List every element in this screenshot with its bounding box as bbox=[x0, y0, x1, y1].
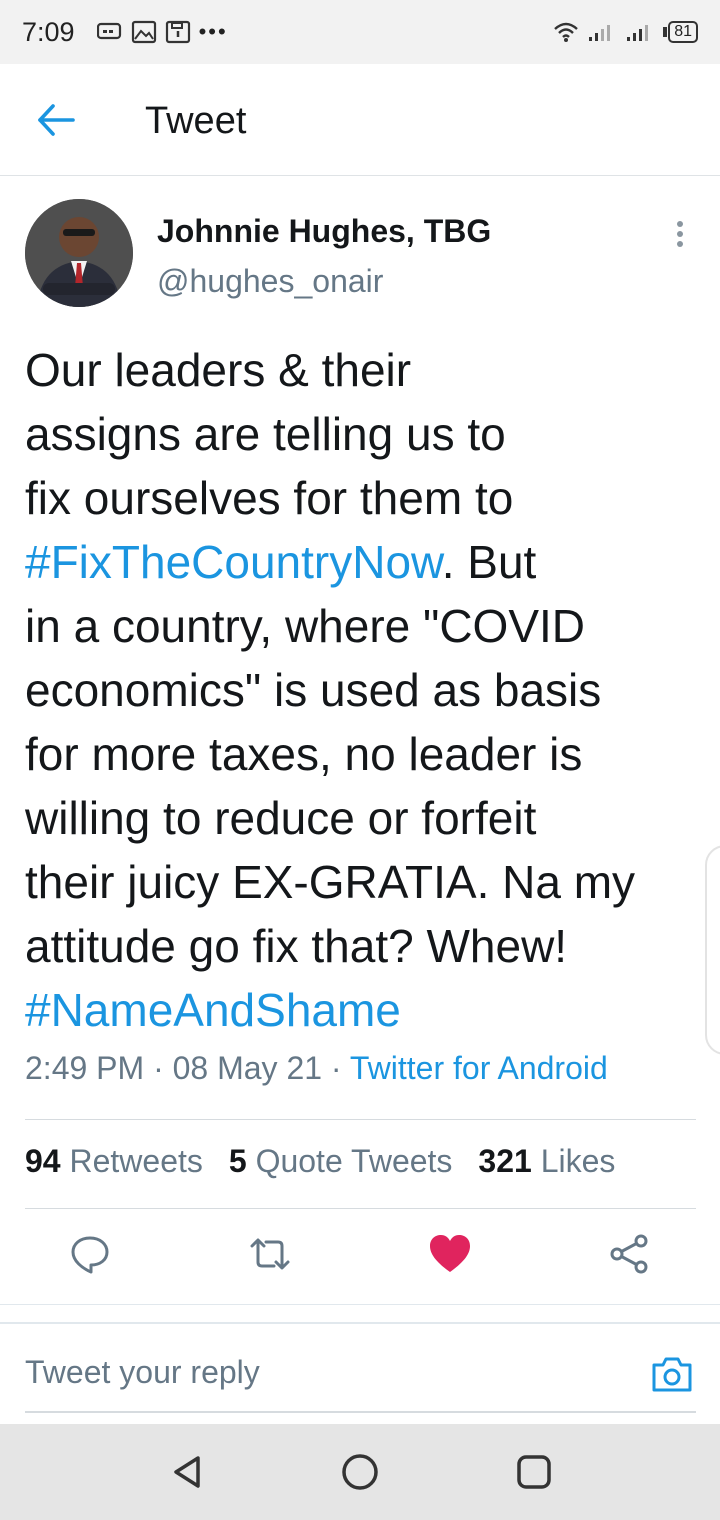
tweet-line: for more taxes, no leader is bbox=[25, 728, 583, 780]
more-notifications-icon: ••• bbox=[198, 19, 228, 44]
reply-input[interactable]: Tweet your reply bbox=[25, 1354, 260, 1391]
divider bbox=[0, 1304, 720, 1305]
tweet-meta: 2:49 PM · 08 May 21 · Twitter for Androi… bbox=[25, 1050, 608, 1087]
retweet-icon[interactable] bbox=[248, 1232, 292, 1276]
author-handle[interactable]: @hughes_onair bbox=[157, 263, 383, 300]
tweet-time: 2:49 PM bbox=[25, 1050, 145, 1086]
like-icon[interactable] bbox=[428, 1232, 472, 1276]
navigation-bar bbox=[0, 1424, 720, 1520]
status-bar: 7:09 ••• 81 bbox=[0, 0, 720, 64]
hashtag-link[interactable]: #NameAndShame bbox=[25, 984, 401, 1036]
status-time: 7:09 bbox=[22, 16, 75, 47]
system-icons: 81 bbox=[553, 21, 698, 43]
tweet-text: Our leaders & their assigns are telling … bbox=[25, 338, 705, 1042]
tweet-line: in a country, where "COVID bbox=[25, 600, 586, 652]
tweet-date: 08 May 21 bbox=[172, 1050, 323, 1086]
signal-icon bbox=[589, 25, 611, 41]
tweet-line: #FixTheCountryNow. But bbox=[25, 536, 537, 588]
quote-tweets-stat[interactable]: 5 Quote Tweets bbox=[229, 1143, 453, 1180]
battery-icon: 81 bbox=[663, 21, 698, 43]
page-title: Tweet bbox=[145, 100, 247, 142]
camera-icon[interactable] bbox=[650, 1354, 694, 1394]
more-options-icon[interactable] bbox=[668, 219, 692, 249]
tweet-line: assigns are telling us to bbox=[25, 408, 506, 460]
divider bbox=[25, 1208, 696, 1209]
reply-underline bbox=[25, 1411, 696, 1413]
tweet-line: attitude go fix that? Whew! bbox=[25, 920, 568, 972]
wifi-icon bbox=[554, 22, 579, 42]
retweets-stat[interactable]: 94 Retweets bbox=[25, 1143, 203, 1180]
tweet-line: fix ourselves for them to bbox=[25, 472, 514, 524]
nav-recents-icon[interactable] bbox=[514, 1452, 554, 1492]
tweet-stats: 94 Retweets 5 Quote Tweets 321 Likes bbox=[25, 1143, 615, 1180]
tweet-source-link[interactable]: Twitter for Android bbox=[350, 1050, 608, 1086]
nav-home-icon[interactable] bbox=[340, 1452, 380, 1492]
signal-icon-2 bbox=[627, 25, 649, 41]
avatar-image bbox=[25, 199, 133, 307]
tweet-line: Our leaders & their bbox=[25, 344, 412, 396]
nav-back-icon[interactable] bbox=[168, 1452, 208, 1492]
reply-icon[interactable] bbox=[68, 1232, 112, 1276]
meta-separator: · bbox=[144, 1050, 173, 1086]
edge-panel-handle[interactable] bbox=[705, 845, 720, 1055]
notification-icons: ••• bbox=[96, 19, 228, 45]
tweet-actions bbox=[0, 1232, 720, 1288]
message-icon bbox=[96, 22, 121, 40]
tweet-line: economics" is used as basis bbox=[25, 664, 602, 716]
likes-stat[interactable]: 321 Likes bbox=[478, 1143, 615, 1180]
meta-separator: · bbox=[322, 1050, 350, 1086]
share-icon[interactable] bbox=[607, 1232, 651, 1276]
app-header: Tweet bbox=[0, 64, 720, 176]
back-arrow-icon[interactable] bbox=[36, 102, 76, 138]
tweet-line: their juicy EX-GRATIA. Na my bbox=[25, 856, 636, 908]
reply-composer: Tweet your reply bbox=[0, 1322, 720, 1424]
battery-level: 81 bbox=[668, 21, 698, 43]
save-icon bbox=[165, 20, 190, 44]
author-name[interactable]: Johnnie Hughes, TBG bbox=[157, 213, 491, 250]
hashtag-link[interactable]: #FixTheCountryNow bbox=[25, 536, 442, 588]
image-icon bbox=[131, 20, 156, 44]
tweet-line: #NameAndShame bbox=[25, 978, 705, 1042]
tweet-line: willing to reduce or forfeit bbox=[25, 792, 537, 844]
avatar[interactable] bbox=[25, 199, 133, 307]
divider bbox=[25, 1119, 696, 1120]
